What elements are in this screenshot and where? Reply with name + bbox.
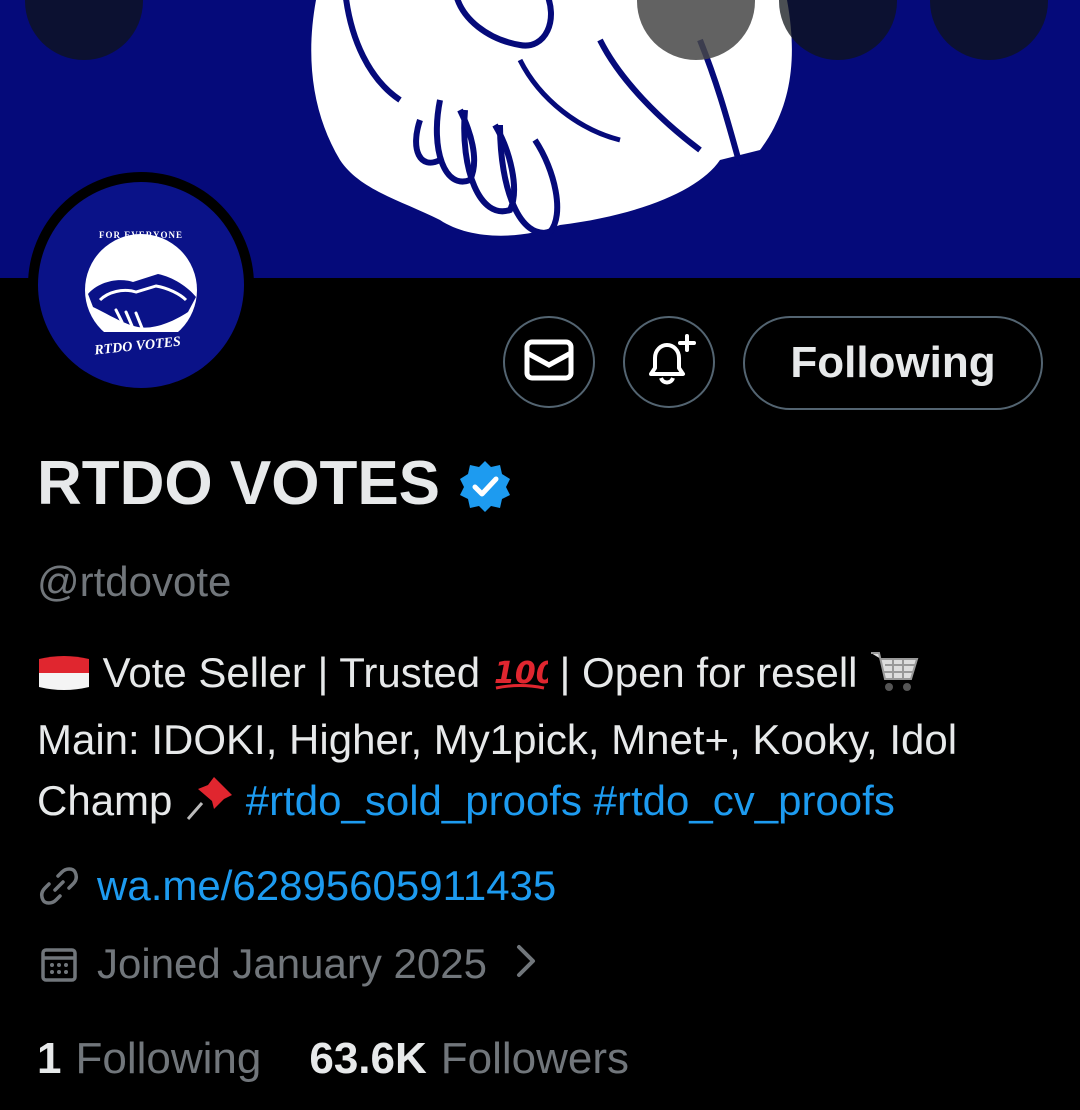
message-button[interactable]: [503, 316, 595, 408]
shopping-cart-icon: [869, 647, 921, 709]
bio-text-1: Vote Seller | Trusted: [102, 649, 481, 696]
following-stat[interactable]: 1 Following: [37, 1034, 261, 1084]
joined-date-row[interactable]: Joined January 2025: [37, 940, 537, 988]
profile-url-link[interactable]: wa.me/62895605911435: [97, 862, 556, 910]
display-name-row: RTDO VOTES: [37, 448, 512, 519]
indonesia-flag-icon: [37, 648, 91, 709]
envelope-icon: [524, 339, 574, 386]
chevron-right-icon: [515, 940, 537, 988]
bio-text-3: Champ: [37, 777, 173, 824]
bio-line-1: Vote Seller | Trusted 100 | Open for res…: [37, 642, 1047, 709]
calendar-icon: [37, 942, 81, 986]
bell-plus-icon: [641, 332, 697, 393]
link-icon: [37, 864, 81, 908]
following-button[interactable]: Following: [743, 316, 1043, 410]
following-count: 1: [37, 1034, 62, 1083]
hashtag-cv-proofs-link[interactable]: #rtdo_cv_proofs: [594, 777, 895, 824]
followers-stat[interactable]: 63.6K Followers: [309, 1034, 629, 1084]
hashtag-sold-proofs-link[interactable]: #rtdo_sold_proofs: [246, 777, 582, 824]
user-handle: @rtdovote: [37, 558, 232, 605]
following-label: Following: [75, 1034, 262, 1083]
profile-avatar[interactable]: FOR EVERYONE RTDO VOTES: [28, 172, 254, 398]
profile-bio: Vote Seller | Trusted 100 | Open for res…: [37, 642, 1047, 837]
followers-label: Followers: [440, 1034, 630, 1083]
joined-date: Joined January 2025: [97, 940, 487, 987]
bio-line-2: Main: IDOKI, Higher, My1pick, Mnet+, Koo…: [37, 716, 958, 763]
profile-stats: 1 Following 63.6K Followers: [37, 1034, 677, 1084]
bio-line-3: Champ #rtdo_sold_proofs #rtdo_cv_proofs: [37, 770, 1047, 837]
avatar-logo: FOR EVERYONE RTDO VOTES: [38, 182, 244, 388]
profile-url-row: wa.me/62895605911435: [37, 862, 556, 910]
notifications-button[interactable]: [623, 316, 715, 408]
verified-badge-icon[interactable]: [458, 457, 512, 512]
bio-text-2: | Open for resell: [559, 649, 858, 696]
hundred-points-icon: 100: [492, 648, 557, 709]
display-name: RTDO VOTES: [37, 449, 441, 518]
followers-count: 63.6K: [309, 1034, 427, 1083]
pushpin-icon: [184, 775, 234, 837]
